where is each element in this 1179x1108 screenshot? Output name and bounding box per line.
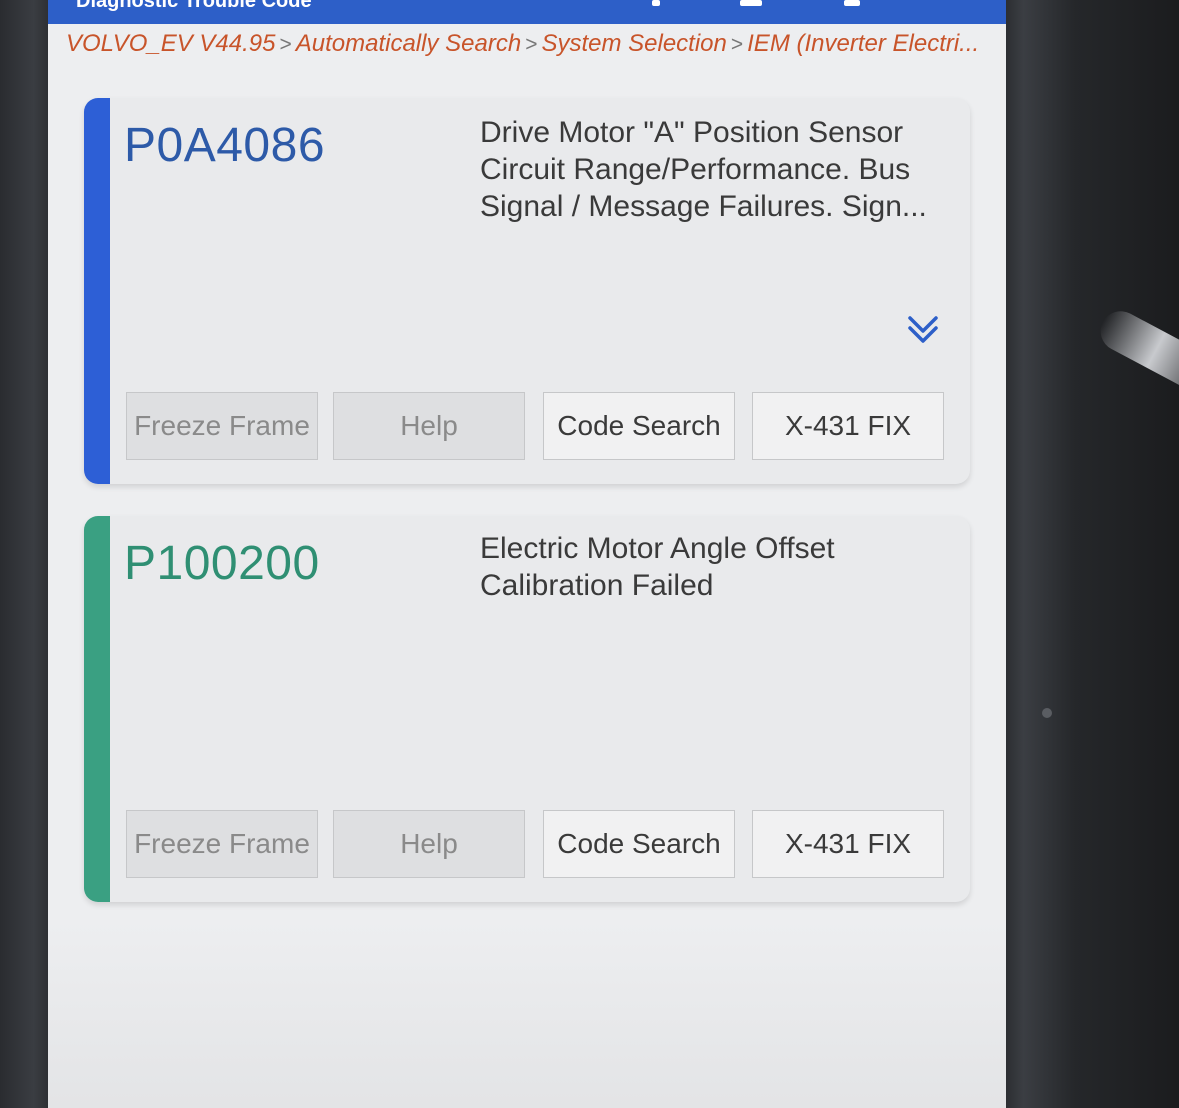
app-header: Diagnostic Trouble Code: [48, 0, 1006, 24]
dtc-description: Drive Motor "A" Position Sensor Circuit …: [480, 116, 927, 223]
bezel-dot: [1042, 708, 1052, 718]
help-button[interactable]: Help: [333, 810, 525, 878]
help-button[interactable]: Help: [333, 392, 525, 460]
x431-fix-button[interactable]: X-431 FIX: [752, 392, 944, 460]
breadcrumb-separator: >: [525, 33, 538, 56]
breadcrumb-item-auto-search[interactable]: Automatically Search: [296, 30, 521, 57]
device-bezel-right: [1006, 0, 1179, 1108]
print-icon[interactable]: [844, 0, 860, 6]
empty-list-area: [48, 920, 1006, 1108]
window-icon[interactable]: [740, 0, 762, 6]
dtc-description: Electric Motor Angle Offset Calibration …: [480, 532, 835, 602]
device-bezel-left: [0, 0, 48, 1108]
tablet-screen: Diagnostic Trouble Code VOLVO_EV V44.95 >…: [48, 0, 1006, 1108]
light-reflection: [1093, 304, 1179, 396]
breadcrumb-item-module[interactable]: IEM (Inverter Electri...: [747, 30, 979, 57]
code-search-button[interactable]: Code Search: [543, 392, 735, 460]
breadcrumb-item-make[interactable]: VOLVO_EV V44.95: [66, 30, 275, 57]
dtc-severity-stripe: [84, 516, 110, 902]
breadcrumb: VOLVO_EV V44.95 > Automatically Search > Sys…: [66, 30, 996, 58]
dtc-card: P0A4086 Drive Motor "A" Position Sensor …: [84, 98, 970, 484]
breadcrumb-separator: >: [730, 33, 744, 56]
code-search-button[interactable]: Code Search: [543, 810, 735, 878]
breadcrumb-item-system-selection[interactable]: System Selection: [541, 30, 726, 57]
dtc-code: P0A4086: [124, 119, 326, 172]
x431-fix-button[interactable]: X-431 FIX: [752, 810, 944, 878]
dtc-card: P100200 Electric Motor Angle Offset Cali…: [84, 516, 970, 902]
menu-icon[interactable]: [652, 0, 660, 6]
breadcrumb-separator: >: [279, 33, 292, 56]
double-chevron-down-icon[interactable]: [904, 310, 942, 348]
dtc-severity-stripe: [84, 98, 110, 484]
page-title: Diagnostic Trouble Code: [76, 0, 312, 12]
freeze-frame-button[interactable]: Freeze Frame: [126, 392, 318, 460]
freeze-frame-button[interactable]: Freeze Frame: [126, 810, 318, 878]
dtc-code: P100200: [124, 537, 320, 590]
